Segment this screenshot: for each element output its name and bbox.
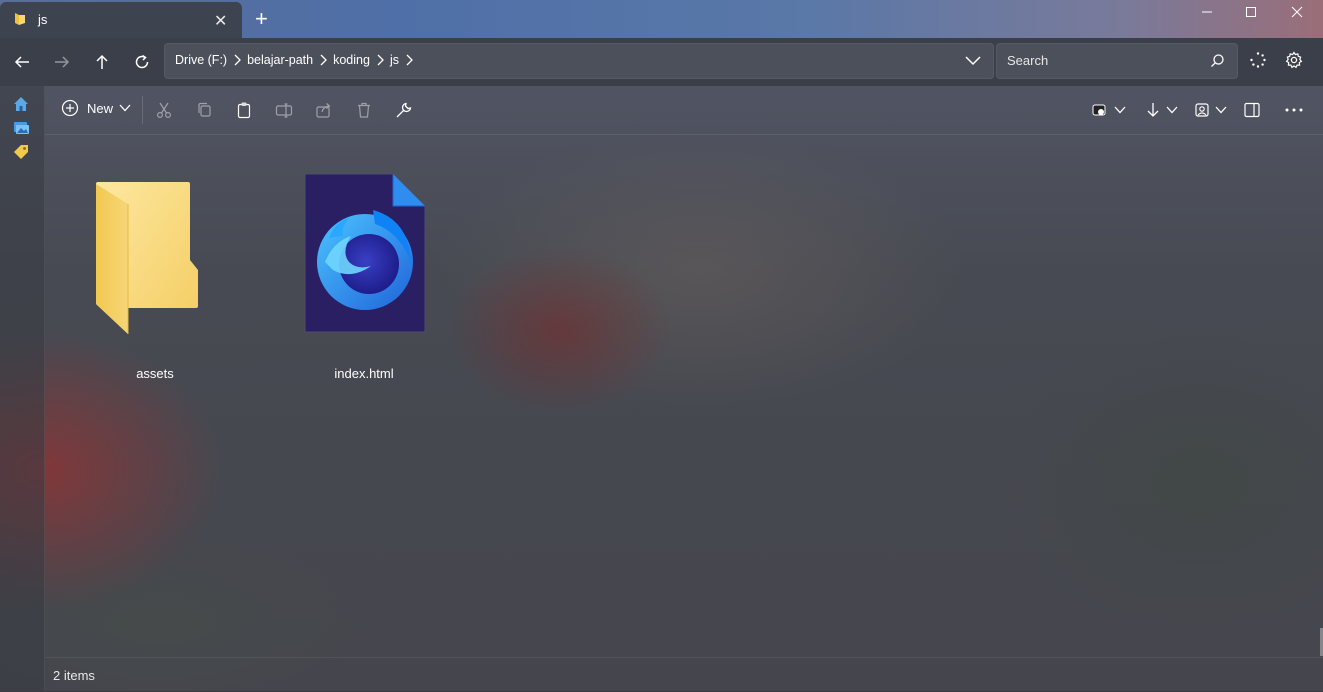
address-history-dropdown[interactable]: [965, 53, 981, 72]
chevron-down-icon: [1114, 106, 1126, 114]
copy-icon: [198, 102, 211, 117]
cut-button[interactable]: [154, 100, 174, 120]
chevron-down-icon: [1166, 106, 1178, 114]
ellipsis-icon: [1285, 108, 1303, 112]
loading-dots-icon: [1250, 52, 1266, 68]
arrow-up-icon: [96, 54, 108, 69]
paste-button[interactable]: [234, 100, 254, 120]
breadcrumb: Drive (F:) belajar-path koding js: [175, 53, 419, 67]
view-button[interactable]: [1141, 100, 1183, 120]
panel-icon: [1244, 102, 1260, 118]
chevron-down-icon: [965, 56, 981, 66]
search-icon[interactable]: [1210, 53, 1225, 73]
more-options-button[interactable]: [1284, 100, 1304, 120]
search-placeholder: Search: [1007, 53, 1049, 68]
plus-circle-icon: [61, 99, 79, 117]
title-bar: js ✕ +: [0, 0, 1323, 38]
picture-icon: [1195, 103, 1209, 117]
sync-button[interactable]: [1246, 48, 1270, 72]
tag-icon[interactable]: [12, 142, 30, 160]
refresh-button[interactable]: [130, 50, 154, 74]
breadcrumb-js[interactable]: js: [390, 53, 399, 67]
details-pane-button[interactable]: [1242, 100, 1262, 120]
new-button-label: New: [87, 100, 114, 116]
new-button[interactable]: New: [61, 99, 131, 117]
command-bar: New: [45, 86, 1323, 135]
chevron-right-icon[interactable]: [376, 54, 384, 66]
chevron-right-icon[interactable]: [233, 54, 241, 66]
forward-button[interactable]: [50, 50, 74, 74]
clipboard-icon: [237, 102, 251, 119]
rename-button[interactable]: [274, 100, 294, 120]
file-item-html[interactable]: index.html: [289, 170, 439, 390]
item-count: 2 items: [53, 668, 95, 683]
chevron-right-icon[interactable]: [405, 54, 413, 66]
tab-close-icon[interactable]: ✕: [214, 11, 227, 31]
sort-button[interactable]: [1088, 100, 1130, 120]
toolbar-divider: [142, 96, 143, 124]
folder-icon: [14, 12, 26, 31]
chevron-down-icon: [119, 104, 131, 112]
scissors-icon: [156, 102, 172, 119]
arrow-right-icon: [55, 56, 70, 68]
arrow-down-icon: [1147, 103, 1159, 117]
gallery-icon[interactable]: [12, 119, 30, 137]
close-window-button[interactable]: [1274, 2, 1320, 22]
copy-button[interactable]: [194, 100, 214, 120]
breadcrumb-koding[interactable]: koding: [333, 53, 370, 67]
file-name: index.html: [334, 366, 394, 381]
home-icon[interactable]: [12, 95, 30, 113]
maximize-button[interactable]: [1228, 2, 1274, 22]
file-item-folder[interactable]: assets: [80, 170, 230, 390]
file-name: assets: [136, 366, 174, 381]
search-input[interactable]: Search: [996, 43, 1238, 79]
rename-icon: [275, 103, 293, 118]
filter-button[interactable]: [1190, 100, 1232, 120]
wrench-icon: [396, 102, 412, 118]
chevron-right-icon[interactable]: [319, 54, 328, 66]
chevron-down-icon: [1215, 106, 1227, 114]
up-button[interactable]: [90, 50, 114, 74]
breadcrumb-drive[interactable]: Drive (F:): [175, 53, 227, 67]
address-bar[interactable]: Drive (F:) belajar-path koding js: [164, 43, 994, 79]
back-button[interactable]: [10, 50, 34, 74]
arrow-left-icon: [14, 56, 29, 68]
firefox-html-file-icon: [304, 173, 426, 333]
navigation-pane: [0, 86, 45, 691]
new-tab-button[interactable]: +: [255, 6, 268, 32]
refresh-icon: [135, 54, 149, 69]
sort-icon: [1092, 104, 1106, 116]
share-button[interactable]: [314, 100, 334, 120]
gear-icon: [1285, 51, 1303, 69]
share-icon: [316, 103, 331, 118]
status-bar: 2 items: [45, 657, 1323, 692]
minimize-button[interactable]: [1184, 2, 1230, 22]
breadcrumb-belajar-path[interactable]: belajar-path: [247, 53, 313, 67]
folder-icon: [96, 182, 198, 334]
properties-button[interactable]: [394, 100, 414, 120]
maximize-icon: [1246, 7, 1256, 17]
tab-label: js: [38, 12, 48, 27]
minimize-icon: [1202, 11, 1212, 13]
trash-icon: [358, 102, 370, 118]
close-icon: [1291, 6, 1303, 18]
delete-button[interactable]: [354, 100, 374, 120]
settings-button[interactable]: [1282, 48, 1306, 72]
tab-js[interactable]: js ✕: [0, 2, 242, 38]
